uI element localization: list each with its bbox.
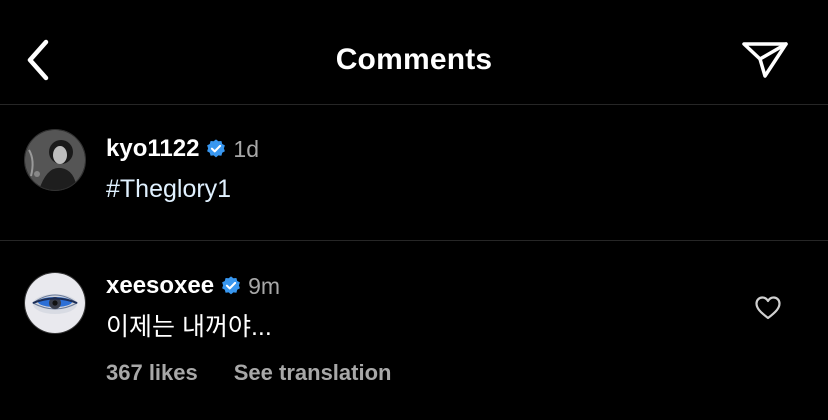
verified-badge-icon bbox=[222, 276, 240, 295]
comment-header: xeesoxee 9m bbox=[106, 270, 280, 302]
timestamp: 9m bbox=[248, 273, 281, 299]
comment-text: 이제는 내꺼야... bbox=[106, 313, 272, 341]
page-title: Comments bbox=[335, 43, 493, 76]
username[interactable]: kyo1122 bbox=[106, 133, 199, 165]
comment-actions: 367 likes See translation bbox=[106, 358, 391, 388]
caption-header: kyo1122 1d bbox=[106, 133, 259, 165]
share-button[interactable] bbox=[738, 36, 792, 84]
avatar-photo bbox=[25, 273, 85, 333]
timestamp: 1d bbox=[233, 136, 260, 162]
comment-item: xeesoxee 9m 이제는 내꺼야... 367 likes See tra… bbox=[0, 241, 828, 420]
likes-count[interactable]: 367 likes bbox=[106, 358, 198, 388]
avatar-photo bbox=[25, 130, 85, 190]
verified-badge-icon bbox=[207, 139, 226, 158]
avatar[interactable] bbox=[24, 272, 86, 334]
like-button[interactable] bbox=[754, 295, 782, 321]
avatar[interactable] bbox=[24, 129, 86, 191]
see-translation-link[interactable]: See translation bbox=[234, 358, 392, 388]
hashtag-link[interactable]: #Theglory1 bbox=[106, 175, 231, 203]
username[interactable]: xeesoxee bbox=[106, 270, 214, 302]
heart-outline-icon bbox=[755, 296, 781, 320]
paper-plane-icon bbox=[742, 42, 788, 78]
comments-header: Comments bbox=[0, 0, 828, 105]
caption-text: #Theglory1 bbox=[106, 172, 231, 206]
post-caption: kyo1122 1d #Theglory1 bbox=[0, 105, 828, 241]
